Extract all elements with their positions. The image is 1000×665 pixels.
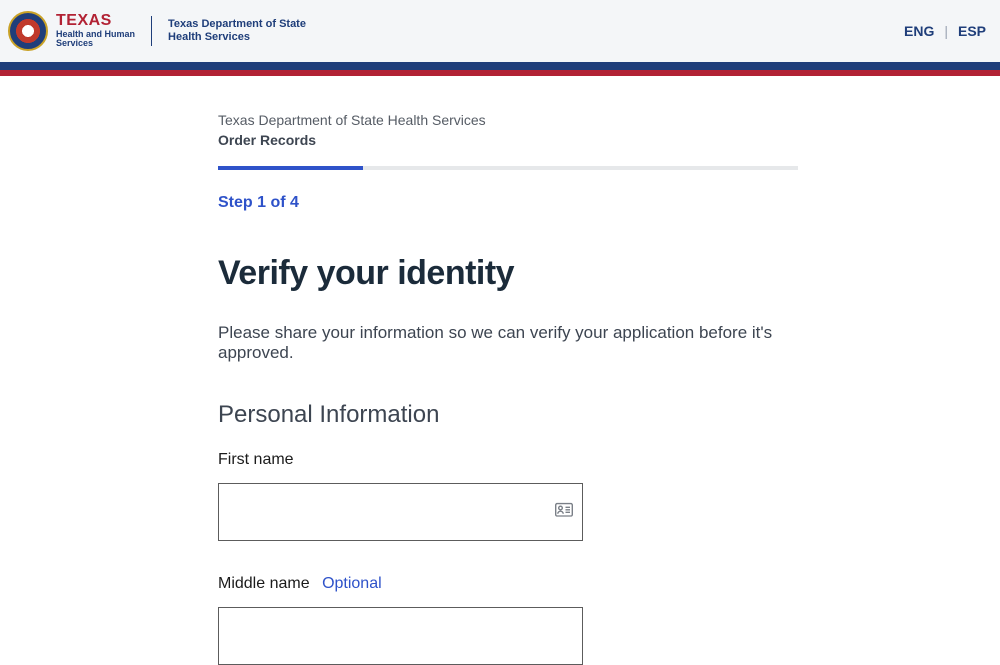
brand-department: Texas Department of State Health Service…: [168, 18, 306, 43]
page-lead: Please share your information so we can …: [218, 323, 798, 363]
state-seal-icon: [8, 11, 48, 51]
section-heading: Personal Information: [218, 401, 798, 429]
field-middle-name: Middle name Optional: [218, 575, 798, 665]
breadcrumb-line1: Texas Department of State Health Service…: [218, 112, 486, 128]
step-indicator: Step 1 of 4: [218, 194, 798, 212]
brand-texas: TEXAS Health and Human Services: [56, 13, 135, 49]
breadcrumb-line2: Order Records: [218, 132, 798, 148]
main-content: Texas Department of State Health Service…: [218, 112, 798, 665]
language-switch: ENG | ESP: [904, 23, 986, 39]
lang-eng[interactable]: ENG: [904, 23, 934, 39]
progress-fill: [218, 166, 363, 170]
brand-texas-title: TEXAS: [56, 13, 135, 30]
breadcrumb: Texas Department of State Health Service…: [218, 112, 798, 148]
lang-esp[interactable]: ESP: [958, 23, 986, 39]
lang-separator: |: [944, 23, 948, 39]
brand-block: TEXAS Health and Human Services Texas De…: [8, 11, 306, 51]
brand-divider: [151, 16, 152, 46]
middle-name-label-text: Middle name: [218, 575, 310, 592]
middle-name-optional: Optional: [322, 575, 382, 592]
field-first-name: First name: [218, 451, 798, 541]
header-stripe: [0, 62, 1000, 76]
first-name-label: First name: [218, 451, 798, 469]
page-title: Verify your identity: [218, 254, 798, 293]
first-name-input[interactable]: [218, 483, 583, 541]
stripe-red: [0, 70, 1000, 76]
stripe-blue: [0, 62, 1000, 70]
progress-bar: [218, 166, 798, 170]
brand-dept-line1: Texas Department of State: [168, 18, 306, 31]
first-name-input-wrap: [218, 469, 583, 541]
brand-texas-sub2: Services: [56, 39, 135, 48]
middle-name-label: Middle name Optional: [218, 575, 798, 593]
brand-dept-line2: Health Services: [168, 31, 306, 44]
middle-name-input[interactable]: [218, 607, 583, 665]
top-header: TEXAS Health and Human Services Texas De…: [0, 0, 1000, 62]
